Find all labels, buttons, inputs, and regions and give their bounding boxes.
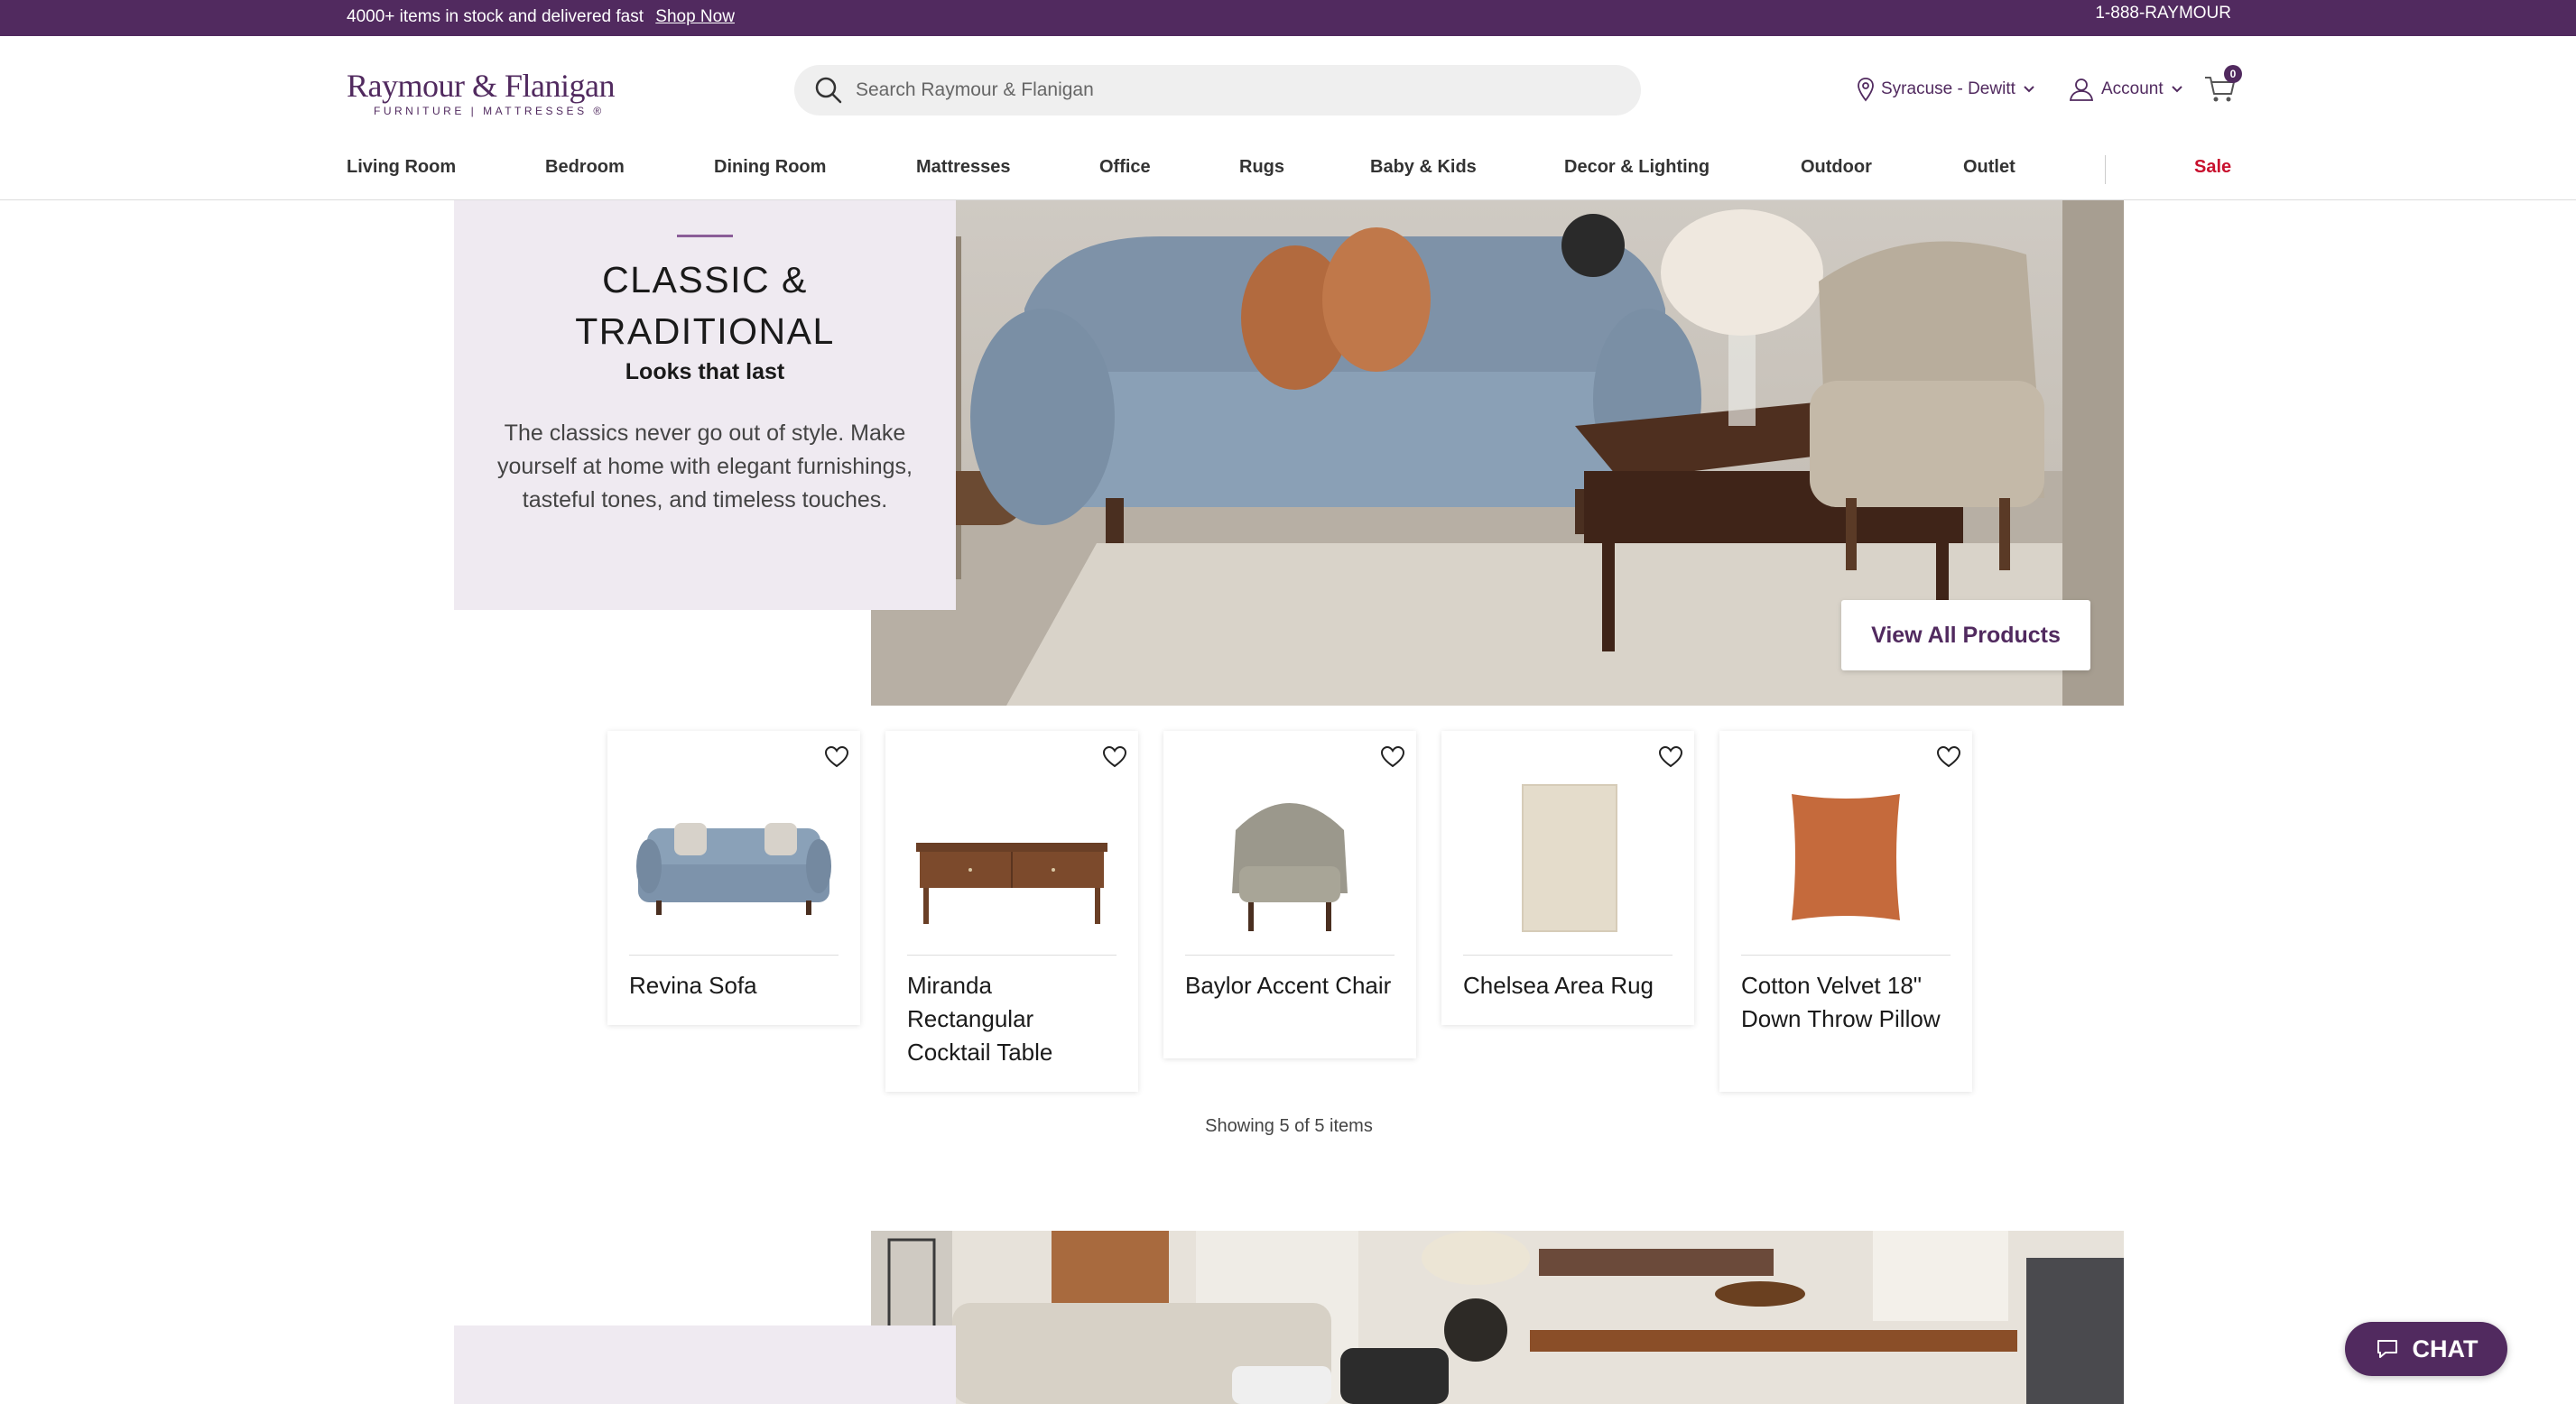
promo-text: 4000+ items in stock and delivered fast bbox=[347, 7, 644, 26]
search-bar[interactable] bbox=[794, 65, 1641, 115]
nav-item-bedroom[interactable]: Bedroom bbox=[545, 157, 625, 178]
nav-item-living-room[interactable]: Living Room bbox=[347, 157, 456, 178]
hero-title: CLASSIC & TRADITIONAL bbox=[575, 259, 835, 352]
results-count: Showing 5 of 5 items bbox=[1205, 1116, 1373, 1136]
hero-text-card: CLASSIC & TRADITIONAL Looks that last Th… bbox=[454, 200, 956, 610]
user-icon bbox=[2069, 79, 2094, 101]
cart-button[interactable]: 0 bbox=[2202, 65, 2242, 106]
card-divider bbox=[629, 955, 839, 956]
accent-line bbox=[677, 235, 733, 237]
brand-logo[interactable]: Raymour & Flanigan FURNITURE | MATTRESSE… bbox=[347, 67, 615, 117]
product-name[interactable]: Miranda Rectangular Cocktail Table bbox=[907, 969, 1117, 1069]
view-all-products-button[interactable]: View All Products bbox=[1841, 600, 2090, 670]
logo-tagline: FURNITURE | MATTRESSES ® bbox=[374, 105, 605, 117]
promo-bar: 4000+ items in stock and delivered fast … bbox=[0, 0, 2576, 36]
hero-description: The classics never go out of style. Make… bbox=[497, 420, 913, 513]
search-input[interactable] bbox=[856, 72, 1614, 108]
chat-label: CHAT bbox=[2412, 1335, 2479, 1362]
heart-icon[interactable] bbox=[824, 745, 849, 769]
card-divider bbox=[1185, 955, 1395, 956]
product-image[interactable] bbox=[907, 767, 1117, 938]
promo-message: 4000+ items in stock and delivered fast … bbox=[347, 7, 735, 27]
heart-icon[interactable] bbox=[1936, 745, 1961, 769]
nav-item-outdoor[interactable]: Outdoor bbox=[1801, 157, 1872, 178]
chevron-down-icon bbox=[2171, 86, 2182, 93]
product-name[interactable]: Revina Sofa bbox=[629, 969, 839, 1002]
product-card[interactable]: Baylor Accent Chair bbox=[1163, 731, 1416, 1058]
logo-wordmark: Raymour & Flanigan bbox=[347, 68, 615, 104]
card-divider bbox=[1463, 955, 1673, 956]
card-divider bbox=[1741, 955, 1951, 956]
hero-subtitle: Looks that last bbox=[625, 359, 785, 384]
product-image[interactable] bbox=[1741, 767, 1951, 938]
product-image[interactable] bbox=[1185, 767, 1395, 938]
account-menu[interactable]: Account bbox=[2069, 76, 2183, 103]
store-name: Syracuse - Dewitt bbox=[1881, 79, 2015, 98]
heart-icon[interactable] bbox=[1658, 745, 1683, 769]
card-divider bbox=[907, 955, 1117, 956]
shop-now-link[interactable]: Shop Now bbox=[655, 7, 735, 26]
product-card[interactable]: Chelsea Area Rug bbox=[1441, 731, 1694, 1025]
product-image[interactable] bbox=[1463, 767, 1673, 938]
nav-item-sale[interactable]: Sale bbox=[2194, 157, 2231, 178]
site-header: Raymour & Flanigan FURNITURE | MATTRESSE… bbox=[0, 36, 2576, 144]
phone-number[interactable]: 1-888-RAYMOUR bbox=[2095, 4, 2231, 23]
nav-item-outlet[interactable]: Outlet bbox=[1963, 157, 2015, 178]
cart-count-badge: 0 bbox=[2224, 65, 2242, 83]
account-label: Account bbox=[2101, 79, 2164, 98]
product-name[interactable]: Cotton Velvet 18" Down Throw Pillow bbox=[1741, 969, 1951, 1036]
dining-room-image bbox=[871, 1231, 2124, 1404]
nav-item-mattresses[interactable]: Mattresses bbox=[916, 157, 1011, 178]
chat-button[interactable]: CHAT bbox=[2345, 1322, 2507, 1376]
nav-item-office[interactable]: Office bbox=[1099, 157, 1151, 178]
product-card[interactable]: Miranda Rectangular Cocktail Table bbox=[885, 731, 1138, 1092]
nav-item-rugs[interactable]: Rugs bbox=[1239, 157, 1284, 178]
store-selector[interactable]: Syracuse - Dewitt bbox=[1856, 76, 2035, 103]
nav-item-decor-lighting[interactable]: Decor & Lighting bbox=[1564, 157, 1710, 178]
nav-divider bbox=[2105, 155, 2106, 184]
heart-icon[interactable] bbox=[1380, 745, 1405, 769]
location-pin-icon bbox=[1858, 78, 1874, 102]
main-nav: Living Room Bedroom Dining Room Mattress… bbox=[0, 144, 2576, 200]
product-card[interactable]: Cotton Velvet 18" Down Throw Pillow bbox=[1719, 731, 1972, 1092]
heart-icon[interactable] bbox=[1102, 745, 1127, 769]
search-icon[interactable] bbox=[814, 76, 843, 105]
chat-bubble-icon bbox=[2377, 1340, 2397, 1358]
section-text-card bbox=[454, 1325, 956, 1404]
product-name[interactable]: Baylor Accent Chair bbox=[1185, 969, 1395, 1002]
nav-item-dining-room[interactable]: Dining Room bbox=[714, 157, 826, 178]
chevron-down-icon bbox=[2024, 86, 2034, 93]
product-image[interactable] bbox=[629, 767, 839, 938]
product-name[interactable]: Chelsea Area Rug bbox=[1463, 969, 1673, 1002]
product-card[interactable]: Revina Sofa bbox=[607, 731, 860, 1025]
nav-item-baby-kids[interactable]: Baby & Kids bbox=[1370, 157, 1477, 178]
